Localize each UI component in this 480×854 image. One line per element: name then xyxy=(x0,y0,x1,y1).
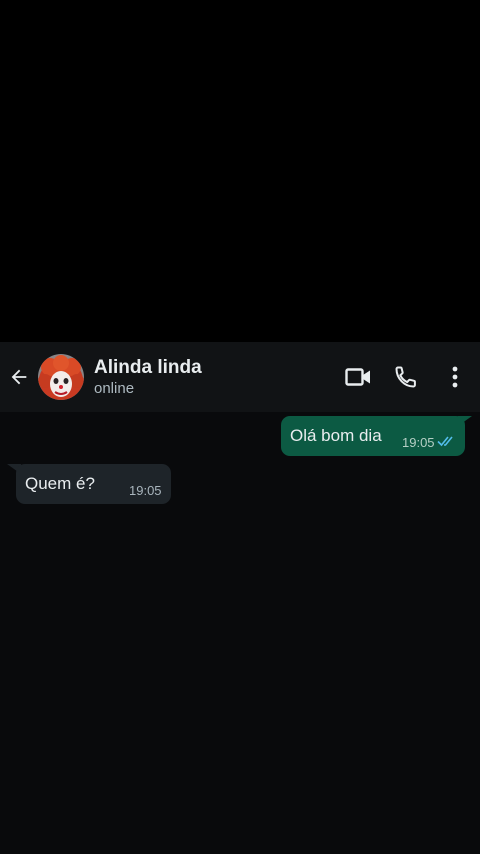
more-vertical-icon xyxy=(452,366,458,388)
back-button[interactable] xyxy=(4,360,34,394)
conversation-area[interactable]: Olá bom dia 19:05 Quem é? 19:05 xyxy=(0,412,480,854)
voice-call-button[interactable] xyxy=(392,362,420,392)
contact-status: online xyxy=(94,380,135,397)
message-time: 19:05 xyxy=(402,435,435,450)
video-camera-icon xyxy=(345,368,370,386)
contact-name[interactable]: Alinda linda xyxy=(94,357,202,379)
phone-icon xyxy=(395,366,416,388)
arrow-back-icon xyxy=(11,369,27,385)
top-empty-area xyxy=(0,0,480,342)
double-check-icon xyxy=(437,436,453,447)
message-text: Quem é? xyxy=(25,474,95,493)
message-time: 19:05 xyxy=(129,483,162,498)
chat-header: Alinda linda online xyxy=(0,342,480,412)
more-options-button[interactable] xyxy=(446,362,464,392)
outgoing-message[interactable]: Olá bom dia 19:05 xyxy=(281,416,465,456)
avatar[interactable] xyxy=(38,354,84,400)
video-call-button[interactable] xyxy=(343,362,373,392)
incoming-message[interactable]: Quem é? 19:05 xyxy=(16,464,171,504)
contact-photo xyxy=(38,354,84,400)
message-text: Olá bom dia xyxy=(290,426,382,445)
